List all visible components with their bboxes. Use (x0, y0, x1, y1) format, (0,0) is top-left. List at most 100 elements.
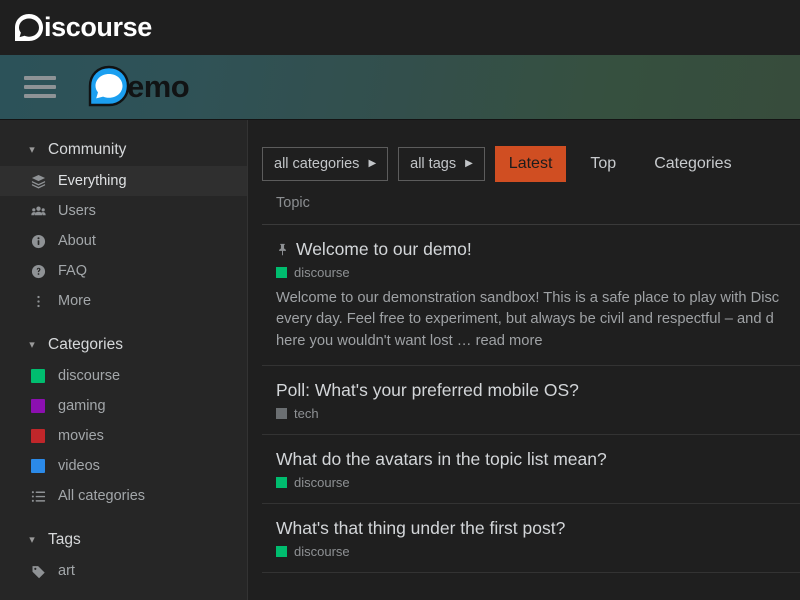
vertical-ellipsis-icon (30, 293, 46, 309)
topic-title: Poll: What's your preferred mobile OS? (276, 379, 579, 400)
tag-filter-label: all tags (410, 156, 457, 172)
sidebar-category-movies[interactable]: movies (0, 421, 247, 451)
sidebar-item-label: Everything (58, 173, 127, 189)
excerpt-line: every day. Feel free to experiment, but … (276, 311, 774, 328)
pin-icon (276, 243, 289, 256)
category-color-swatch (30, 458, 46, 474)
category-name: discourse (294, 543, 350, 559)
hamburger-line (24, 85, 56, 89)
topic-category[interactable]: discourse (276, 475, 800, 490)
hamburger-line (24, 94, 56, 98)
excerpt-line: Welcome to our demonstration sandbox! Th… (276, 290, 780, 306)
sidebar-item-everything[interactable]: Everything (0, 166, 247, 196)
swatch-discourse (31, 369, 45, 383)
sidebar-section-tags[interactable]: ▾ Tags (0, 524, 247, 556)
topic-list-header: Topic (262, 184, 800, 225)
sidebar-section-title: Tags (48, 531, 81, 548)
swatch-movies (31, 429, 45, 443)
category-color-swatch (30, 428, 46, 444)
sidebar-item-label: discourse (58, 368, 121, 384)
caret-right-icon: ▶ (465, 158, 473, 169)
layers-icon (30, 173, 46, 189)
sidebar-item-label: art (58, 563, 75, 579)
sidebar: ▾ Community Everything Users About FAQ M… (0, 120, 248, 600)
category-color-swatch (30, 368, 46, 384)
sidebar-tag-art[interactable]: art (0, 556, 247, 586)
tag-filter-dropdown[interactable]: all tags ▶ (398, 147, 485, 181)
sidebar-item-faq[interactable]: FAQ (0, 256, 247, 286)
hamburger-line (24, 76, 56, 80)
list-icon (30, 488, 46, 504)
sidebar-section-title: Categories (48, 336, 123, 353)
sidebar-item-label: videos (58, 458, 100, 474)
category-color-box (276, 545, 287, 557)
discourse-wordmark: iscourse (44, 12, 152, 42)
discourse-speech-bubble-icon (12, 11, 46, 45)
sidebar-item-label: About (58, 233, 96, 249)
tag-icon (30, 563, 46, 579)
topic-title-row[interactable]: Welcome to our demo! (276, 239, 800, 260)
chevron-down-icon: ▾ (29, 338, 35, 351)
table-row[interactable]: What do the avatars in the topic list me… (262, 435, 800, 504)
category-name: discourse (294, 265, 350, 280)
topic-title-row[interactable]: What do the avatars in the topic list me… (276, 449, 800, 470)
swatch-gaming (31, 399, 45, 413)
topic-list-controls: all categories ▶ all tags ▶ Latest Top C… (262, 120, 800, 184)
column-header-topic: Topic (276, 195, 310, 211)
category-name: tech (294, 405, 319, 421)
sidebar-item-label: gaming (58, 398, 106, 414)
swatch-videos (31, 459, 45, 473)
table-row[interactable]: What's that thing under the first post? … (262, 504, 800, 573)
page-shell: ▾ Community Everything Users About FAQ M… (0, 120, 800, 600)
sidebar-category-gaming[interactable]: gaming (0, 391, 247, 421)
sidebar-item-label: More (58, 293, 92, 309)
question-circle-icon (30, 263, 46, 279)
hamburger-menu-icon[interactable] (24, 76, 56, 98)
sidebar-item-about[interactable]: About (0, 226, 247, 256)
table-row[interactable]: Poll: What's your preferred mobile OS? t… (262, 366, 800, 435)
topic-title: Welcome to our demo! (296, 239, 472, 259)
sidebar-item-all-categories[interactable]: All categories (0, 481, 247, 511)
discourse-brand-bar: iscourse (0, 0, 800, 55)
category-color-box (276, 267, 287, 278)
excerpt-line: here you wouldn't want lost … (276, 332, 472, 349)
table-row[interactable]: Welcome to our demo! discourse Welcome t… (262, 225, 800, 366)
site-title: emo (127, 69, 190, 104)
read-more-link[interactable]: read more (476, 333, 543, 349)
tab-categories[interactable]: Categories (640, 146, 745, 182)
topic-excerpt: Welcome to our demonstration sandbox! Th… (276, 288, 800, 352)
excerpt-line-last: here you wouldn't want lost … read more (276, 331, 800, 352)
topic-category[interactable]: discourse (276, 544, 800, 559)
category-color-box (276, 476, 287, 488)
users-icon (30, 203, 46, 219)
site-logo[interactable]: emo (86, 64, 190, 110)
category-filter-label: all categories (274, 156, 360, 172)
sidebar-section-community[interactable]: ▾ Community (0, 134, 247, 166)
sidebar-category-discourse[interactable]: discourse (0, 361, 247, 391)
topic-category[interactable]: discourse (276, 265, 800, 280)
tab-latest[interactable]: Latest (494, 146, 567, 182)
sidebar-item-users[interactable]: Users (0, 196, 247, 226)
topic-title: What's that thing under the first post? (276, 517, 566, 538)
sidebar-item-more[interactable]: More (0, 286, 247, 316)
sidebar-category-videos[interactable]: videos (0, 451, 247, 481)
topic-title-row[interactable]: What's that thing under the first post? (276, 518, 800, 539)
category-color-swatch (30, 398, 46, 414)
sidebar-item-label: Users (58, 203, 96, 219)
topic-category[interactable]: tech (276, 406, 800, 421)
category-name: discourse (294, 474, 350, 490)
category-filter-dropdown[interactable]: all categories ▶ (262, 147, 389, 181)
discourse-logo[interactable]: iscourse (12, 11, 152, 45)
chevron-down-icon: ▾ (29, 143, 35, 156)
demo-speech-bubble-icon (86, 64, 132, 110)
chevron-down-icon: ▾ (29, 533, 35, 546)
topic-title: What do the avatars in the topic list me… (276, 448, 607, 469)
category-color-box (276, 407, 287, 419)
sidebar-item-label: All categories (58, 488, 146, 504)
info-circle-icon (30, 233, 46, 249)
topic-title-row[interactable]: Poll: What's your preferred mobile OS? (276, 380, 800, 401)
sidebar-section-categories[interactable]: ▾ Categories (0, 329, 247, 361)
caret-right-icon: ▶ (368, 158, 377, 169)
main-content: all categories ▶ all tags ▶ Latest Top C… (248, 120, 800, 600)
tab-top[interactable]: Top (576, 146, 630, 182)
